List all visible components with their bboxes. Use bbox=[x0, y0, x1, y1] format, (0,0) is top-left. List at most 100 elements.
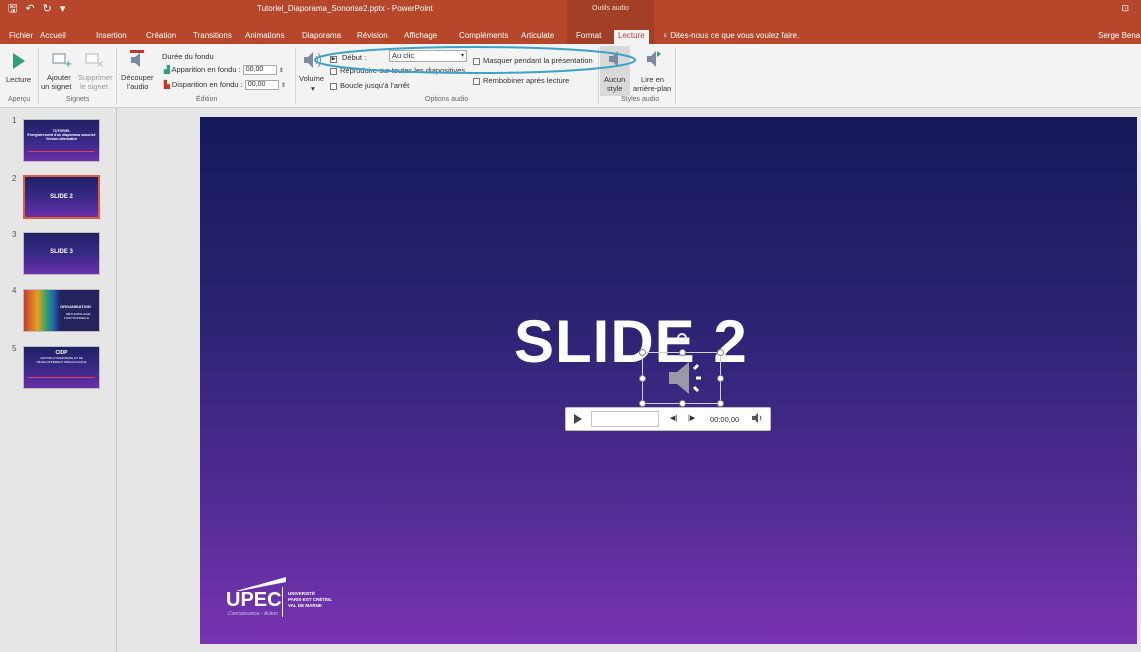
fade-out-spinner-icon[interactable]: ⇕ bbox=[281, 83, 286, 89]
slide-number: 1 bbox=[12, 116, 17, 125]
logo-tagline: Connaissance - Action bbox=[228, 611, 278, 617]
fade-out-row: ▙ Disparition en fondu : 00,00 ⇕ bbox=[164, 80, 286, 91]
thumb-decoration bbox=[28, 151, 95, 152]
fade-in-spinner-icon[interactable]: ⇕ bbox=[279, 68, 284, 74]
audio-tools-context-label: Outils audio bbox=[567, 0, 654, 18]
fade-in-icon: ▟ bbox=[164, 65, 170, 74]
slide-thumbnail-4[interactable]: ORGANISATION MÉTHODOLOGIE FONCTIONNELLE bbox=[23, 289, 100, 332]
tab-animations[interactable]: Animations bbox=[245, 31, 285, 41]
play-background-button[interactable]: Lire en bbox=[641, 75, 664, 84]
resize-handle[interactable] bbox=[679, 349, 686, 356]
rotate-handle-icon[interactable] bbox=[677, 333, 687, 343]
resize-handle[interactable] bbox=[717, 400, 724, 407]
customize-qat-icon[interactable]: ▾ bbox=[60, 2, 66, 16]
thumb-decoration bbox=[28, 377, 95, 378]
loop-checkbox[interactable]: Boucle jusqu'à l'arrêt bbox=[330, 81, 409, 90]
checkbox-icon bbox=[473, 77, 480, 85]
resize-handle[interactable] bbox=[639, 375, 646, 382]
tell-me-text: Dites-nous ce que vous voulez faire. bbox=[670, 31, 800, 40]
slide-thumbnail-5[interactable]: CIDP CENTRE D'INGÉNIERIE ET DE DÉVELOPPE… bbox=[23, 346, 100, 389]
fade-in-input[interactable]: 00,00 bbox=[242, 65, 277, 76]
resize-handle[interactable] bbox=[639, 349, 646, 356]
upec-logo: UPEC Connaissance - Action UNIVERSITÉ PA… bbox=[224, 577, 374, 622]
fade-out-icon: ▙ bbox=[164, 80, 170, 89]
player-play-icon[interactable] bbox=[574, 414, 582, 426]
player-volume-icon[interactable] bbox=[752, 413, 764, 425]
group-label-edition: Édition bbox=[196, 96, 218, 103]
preview-play-button[interactable]: Lecture bbox=[6, 75, 31, 84]
trim-audio-button[interactable]: Découper bbox=[121, 73, 154, 82]
remove-bookmark-label-2: le signet bbox=[80, 82, 108, 91]
trim-audio-label-2: l'audio bbox=[127, 82, 149, 91]
tab-complements[interactable]: Compléments bbox=[459, 31, 508, 41]
remove-bookmark-icon: × bbox=[85, 52, 105, 70]
slide-thumbnail-panel: 1 TUTORIEL Enregistrement d'un diaporama… bbox=[0, 108, 117, 652]
redo-icon[interactable]: ↻ bbox=[43, 2, 52, 16]
fade-out-input[interactable]: 00,00 bbox=[244, 80, 279, 91]
group-divider bbox=[38, 48, 39, 104]
fade-in-label: Apparition en fondu : bbox=[171, 65, 241, 74]
tab-revision[interactable]: Révision bbox=[357, 31, 388, 41]
tab-transitions[interactable]: Transitions bbox=[193, 31, 232, 41]
ribbon-display-options-icon[interactable]: ⊡ bbox=[1121, 3, 1129, 14]
audio-object-selection[interactable] bbox=[639, 333, 724, 407]
logo-main-text: UPEC bbox=[226, 589, 282, 611]
logo-divider bbox=[282, 587, 283, 617]
slide-thumbnail-3[interactable]: SLIDE 3 bbox=[23, 232, 100, 275]
group-divider bbox=[675, 48, 676, 104]
tab-insertion[interactable]: Insertion bbox=[96, 31, 127, 41]
logo-university-line-3: VAL DE MARNE bbox=[288, 603, 322, 608]
audio-player-bar: ◀| |▶ 00:00,00 bbox=[565, 407, 771, 431]
add-bookmark-button[interactable]: Ajouter bbox=[47, 73, 71, 82]
tab-diaporama[interactable]: Diaporama bbox=[302, 31, 341, 41]
thumb-title: SLIDE 3 bbox=[50, 249, 73, 255]
tab-articulate[interactable]: Articulate bbox=[521, 31, 554, 41]
add-bookmark-icon[interactable]: + bbox=[52, 52, 72, 70]
slide-thumbnail-2[interactable]: SLIDE 2 bbox=[23, 175, 100, 219]
slide-thumbnail-1[interactable]: TUTORIEL Enregistrement d'un diaporama s… bbox=[23, 119, 100, 162]
highlight-ellipse bbox=[314, 46, 636, 74]
tab-lecture[interactable]: Lecture bbox=[614, 30, 649, 44]
play-background-icon[interactable] bbox=[646, 50, 662, 70]
speaker-icon bbox=[667, 359, 703, 402]
svg-text:×: × bbox=[96, 59, 104, 68]
slide-number: 3 bbox=[12, 230, 17, 239]
tab-affichage[interactable]: Affichage bbox=[404, 31, 437, 41]
no-style-label-2: style bbox=[607, 84, 623, 93]
tab-creation[interactable]: Création bbox=[146, 31, 176, 41]
resize-handle[interactable] bbox=[679, 400, 686, 407]
slide-number: 4 bbox=[12, 286, 17, 295]
save-icon[interactable]: 🖫 bbox=[8, 2, 17, 16]
group-divider bbox=[116, 48, 117, 104]
volume-dropdown-icon[interactable]: ▾ bbox=[311, 84, 315, 93]
player-time: 00:00,00 bbox=[710, 415, 740, 424]
tab-accueil[interactable]: Accueil bbox=[40, 31, 66, 41]
undo-icon[interactable]: ↶ bbox=[25, 2, 34, 16]
add-bookmark-label-2: un signet bbox=[41, 82, 72, 91]
tab-fichier[interactable]: Fichier bbox=[9, 31, 33, 41]
lightbulb-icon: ♀ bbox=[662, 31, 671, 40]
thumb-title: SLIDE 2 bbox=[50, 194, 73, 200]
group-divider bbox=[295, 48, 296, 104]
fade-out-label: Disparition en fondu : bbox=[171, 80, 243, 89]
slide-canvas[interactable]: SLIDE 2 ◀| |▶ 00:00,00 UPEC Connaissance… bbox=[200, 117, 1137, 644]
group-label-apercu: Aperçu bbox=[8, 96, 31, 103]
resize-handle[interactable] bbox=[717, 349, 724, 356]
resize-handle[interactable] bbox=[639, 400, 646, 407]
play-background-label-2: arrière-plan bbox=[633, 84, 672, 93]
player-progress-bar[interactable] bbox=[591, 411, 659, 427]
skip-back-icon[interactable]: ◀| bbox=[670, 414, 677, 422]
add-bookmark-label-1: Ajouter bbox=[47, 73, 71, 82]
thumb-subtitle-2: Version alternative bbox=[45, 137, 78, 141]
tab-format[interactable]: Format bbox=[576, 31, 601, 41]
skip-forward-icon[interactable]: |▶ bbox=[688, 414, 695, 422]
tell-me-search[interactable]: ♀ Dites-nous ce que vous voulez faire. bbox=[662, 31, 799, 41]
group-label-signets: Signets bbox=[66, 96, 90, 103]
ribbon-lecture: Lecture Aperçu + × Ajouter un signet Sup… bbox=[0, 44, 1141, 108]
resize-handle[interactable] bbox=[717, 375, 724, 382]
fade-duration-label: Durée du fondu bbox=[162, 52, 214, 61]
thumb-title: ORGANISATION bbox=[60, 304, 91, 309]
user-account[interactable]: Serge Bena bbox=[1098, 31, 1140, 41]
play-icon[interactable] bbox=[12, 52, 26, 72]
trim-audio-icon[interactable] bbox=[128, 49, 146, 71]
